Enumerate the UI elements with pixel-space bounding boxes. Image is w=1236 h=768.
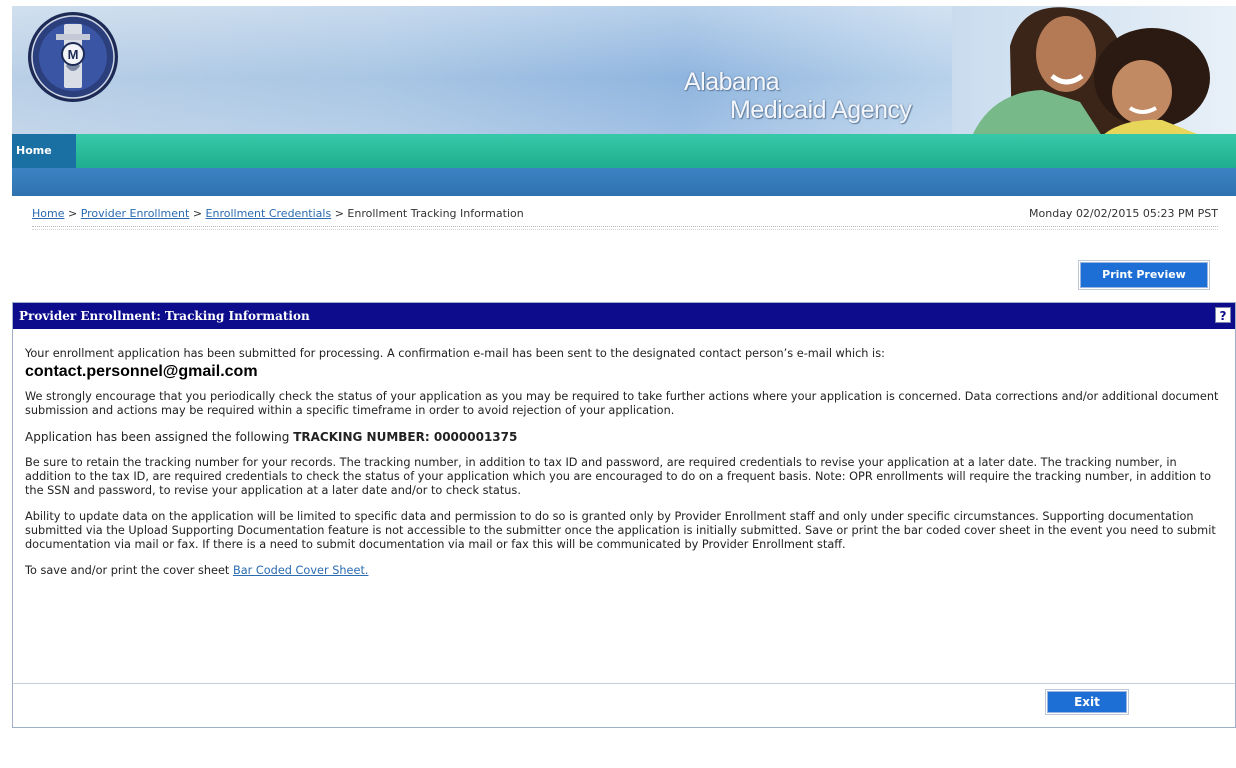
breadcrumb-home-link[interactable]: Home: [32, 207, 64, 220]
tracking-number-line: Application has been assigned the follow…: [25, 430, 1225, 444]
panel-title: Provider Enrollment: Tracking Informatio…: [19, 309, 310, 323]
medicaid-seal-logo: M: [28, 12, 118, 102]
panel-header: Provider Enrollment: Tracking Informatio…: [13, 303, 1235, 329]
retain-text: Be sure to retain the tracking number fo…: [25, 456, 1212, 497]
agency-name: Alabama Medicaid Agency: [684, 68, 964, 128]
seal-letter: M: [68, 47, 79, 62]
panel-footer-divider: [13, 683, 1235, 684]
header-banner: M Alabama Medicaid Agency: [12, 6, 1236, 136]
current-datetime: Monday 02/02/2015 05:23 PM PST: [1029, 207, 1218, 220]
encourage-text: We strongly encourage that you periodica…: [25, 390, 1219, 417]
breadcrumb-separator: >: [67, 207, 78, 220]
breadcrumb-enrollment-credentials-link[interactable]: Enrollment Credentials: [206, 207, 332, 220]
agency-name-line1: Alabama: [684, 68, 780, 96]
bar-coded-cover-sheet-link[interactable]: Bar Coded Cover Sheet.: [233, 564, 369, 577]
divider: [32, 226, 1218, 227]
panel-body: Your enrollment application has been sub…: [25, 347, 1225, 578]
breadcrumb-current: Enrollment Tracking Information: [347, 207, 524, 220]
breadcrumb: Home > Provider Enrollment > Enrollment …: [32, 207, 524, 220]
sub-nav-bar: [12, 168, 1236, 196]
print-preview-button[interactable]: Print Preview: [1080, 262, 1208, 288]
ability-text: Ability to update data on the applicatio…: [25, 510, 1216, 551]
cover-sheet-line: To save and/or print the cover sheet Bar…: [25, 564, 1225, 578]
breadcrumb-provider-enrollment-link[interactable]: Provider Enrollment: [81, 207, 190, 220]
intro-text: Your enrollment application has been sub…: [25, 347, 885, 360]
tracking-info-panel: Provider Enrollment: Tracking Informatio…: [12, 302, 1236, 728]
family-photo: [952, 6, 1236, 136]
breadcrumb-separator: >: [334, 207, 344, 220]
cover-sheet-prefix: To save and/or print the cover sheet: [25, 564, 230, 577]
tracking-number: TRACKING NUMBER: 0000001375: [293, 430, 518, 444]
contact-email: contact.personnel@gmail.com: [25, 363, 258, 380]
agency-name-line2: Medicaid Agency: [730, 96, 912, 124]
main-nav-bar: Home: [12, 134, 1236, 168]
divider: [32, 229, 1218, 230]
nav-home-tab[interactable]: Home: [12, 134, 76, 168]
exit-button[interactable]: Exit: [1047, 691, 1127, 713]
breadcrumb-separator: >: [192, 207, 203, 220]
help-icon[interactable]: ?: [1215, 307, 1231, 323]
tracking-prefix: Application has been assigned the follow…: [25, 430, 290, 444]
